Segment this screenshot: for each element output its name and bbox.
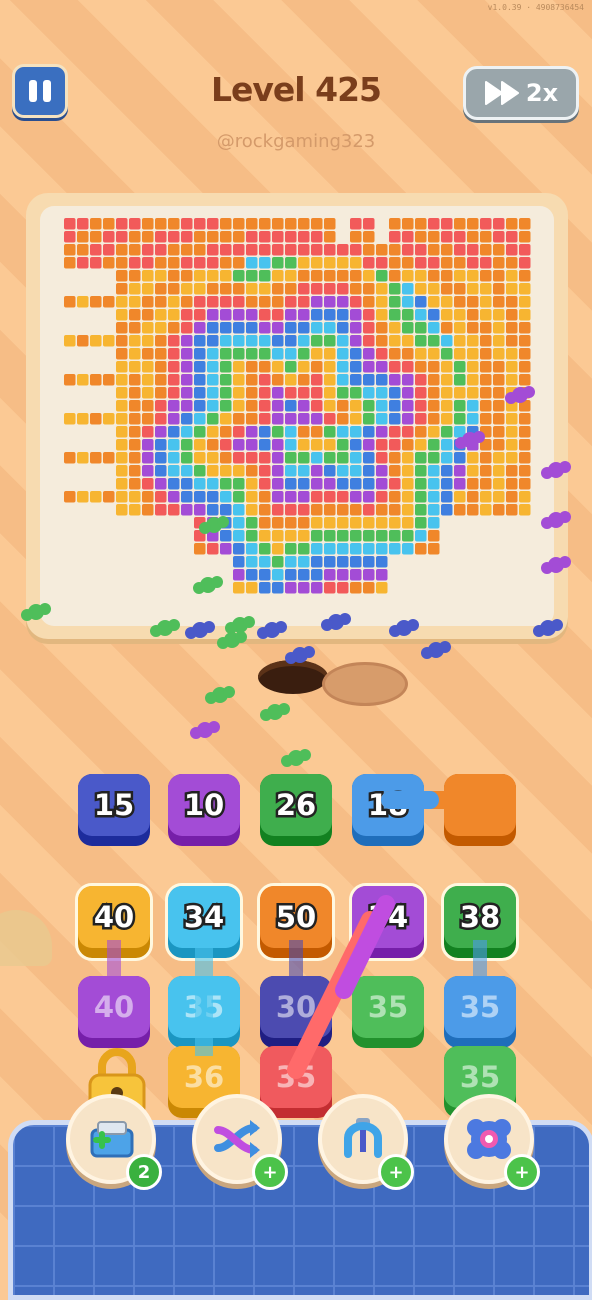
claw-icon bbox=[344, 1118, 382, 1158]
shuffle-booster[interactable]: + bbox=[192, 1094, 288, 1190]
pipe-connectors bbox=[107, 791, 509, 1079]
booster-add-badge: + bbox=[378, 1154, 414, 1190]
add-slot-booster[interactable]: 2 bbox=[66, 1094, 162, 1190]
shuffle-arrows-icon bbox=[214, 1120, 260, 1158]
booster-add-badge: + bbox=[504, 1154, 540, 1190]
magnet-booster[interactable]: + bbox=[318, 1094, 414, 1190]
freeze-booster[interactable]: + bbox=[444, 1094, 540, 1190]
flower-gear-icon bbox=[467, 1119, 511, 1159]
toolbox-plus-icon bbox=[90, 1121, 134, 1158]
booster-add-badge: + bbox=[252, 1154, 288, 1190]
booster-count-badge: 2 bbox=[126, 1154, 162, 1190]
